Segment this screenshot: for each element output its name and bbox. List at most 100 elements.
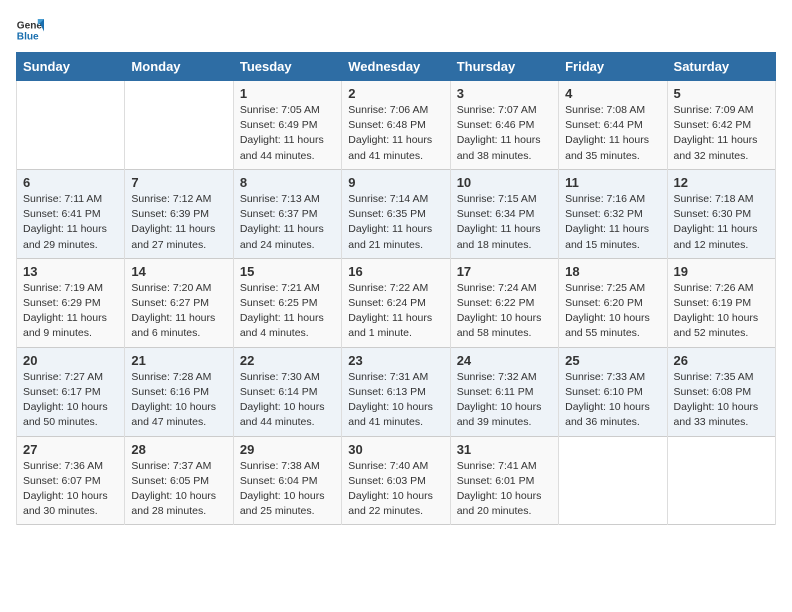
day-number: 24: [457, 353, 552, 368]
calendar-cell: 22 Sunrise: 7:30 AM Sunset: 6:14 PM Dayli…: [233, 347, 341, 436]
logo: General Blue: [16, 16, 44, 44]
calendar-cell: 25 Sunrise: 7:33 AM Sunset: 6:10 PM Dayli…: [559, 347, 667, 436]
weekday-header-tuesday: Tuesday: [233, 53, 341, 81]
calendar-cell: [667, 436, 775, 525]
day-info: Sunrise: 7:31 AM Sunset: 6:13 PM Dayligh…: [348, 370, 443, 431]
calendar-cell: 4 Sunrise: 7:08 AM Sunset: 6:44 PM Daylig…: [559, 81, 667, 170]
calendar-cell: 15 Sunrise: 7:21 AM Sunset: 6:25 PM Dayli…: [233, 258, 341, 347]
day-number: 22: [240, 353, 335, 368]
day-info: Sunrise: 7:22 AM Sunset: 6:24 PM Dayligh…: [348, 281, 443, 342]
calendar-cell: 17Sunrise: 7:24 AM Sunset: 6:22 PM Dayli…: [450, 258, 558, 347]
header: General Blue: [16, 16, 776, 44]
calendar-container: General Blue SundayMondayTuesdayWednesda…: [0, 0, 792, 535]
day-info: Sunrise: 7:15 AM Sunset: 6:34 PM Dayligh…: [457, 192, 552, 253]
day-info: Sunrise: 7:24 AM Sunset: 6:22 PM Dayligh…: [457, 281, 552, 342]
day-info: Sunrise: 7:41 AM Sunset: 6:01 PM Dayligh…: [457, 459, 552, 520]
logo-icon: General Blue: [16, 16, 44, 44]
day-info: Sunrise: 7:26 AM Sunset: 6:19 PM Dayligh…: [674, 281, 769, 342]
day-info: Sunrise: 7:38 AM Sunset: 6:04 PM Dayligh…: [240, 459, 335, 520]
day-number: 29: [240, 442, 335, 457]
day-info: Sunrise: 7:16 AM Sunset: 6:32 PM Dayligh…: [565, 192, 660, 253]
calendar-cell: 30Sunrise: 7:40 AM Sunset: 6:03 PM Dayli…: [342, 436, 450, 525]
calendar-cell: [559, 436, 667, 525]
day-number: 5: [674, 86, 769, 101]
day-info: Sunrise: 7:30 AM Sunset: 6:14 PM Dayligh…: [240, 370, 335, 431]
day-number: 4: [565, 86, 660, 101]
week-row-3: 13Sunrise: 7:19 AM Sunset: 6:29 PM Dayli…: [17, 258, 776, 347]
day-number: 30: [348, 442, 443, 457]
calendar-cell: 28Sunrise: 7:37 AM Sunset: 6:05 PM Dayli…: [125, 436, 233, 525]
day-number: 20: [23, 353, 118, 368]
calendar-cell: 18 Sunrise: 7:25 AM Sunset: 6:20 PM Dayli…: [559, 258, 667, 347]
calendar-cell: 12Sunrise: 7:18 AM Sunset: 6:30 PM Dayli…: [667, 169, 775, 258]
calendar-cell: 2 Sunrise: 7:06 AM Sunset: 6:48 PM Daylig…: [342, 81, 450, 170]
calendar-cell: 20 Sunrise: 7:27 AM Sunset: 6:17 PM Dayli…: [17, 347, 125, 436]
day-info: Sunrise: 7:18 AM Sunset: 6:30 PM Dayligh…: [674, 192, 769, 253]
calendar-cell: 10 Sunrise: 7:15 AM Sunset: 6:34 PM Dayli…: [450, 169, 558, 258]
day-number: 2: [348, 86, 443, 101]
day-number: 19: [674, 264, 769, 279]
day-info: Sunrise: 7:14 AM Sunset: 6:35 PM Dayligh…: [348, 192, 443, 253]
week-row-4: 20 Sunrise: 7:27 AM Sunset: 6:17 PM Dayli…: [17, 347, 776, 436]
day-info: Sunrise: 7:11 AM Sunset: 6:41 PM Dayligh…: [23, 192, 118, 253]
day-number: 15: [240, 264, 335, 279]
day-number: 6: [23, 175, 118, 190]
day-info: Sunrise: 7:36 AM Sunset: 6:07 PM Dayligh…: [23, 459, 118, 520]
weekday-header-saturday: Saturday: [667, 53, 775, 81]
day-number: 23: [348, 353, 443, 368]
calendar-cell: 6 Sunrise: 7:11 AM Sunset: 6:41 PM Daylig…: [17, 169, 125, 258]
day-info: Sunrise: 7:20 AM Sunset: 6:27 PM Dayligh…: [131, 281, 226, 342]
day-info: Sunrise: 7:25 AM Sunset: 6:20 PM Dayligh…: [565, 281, 660, 342]
calendar-cell: 16 Sunrise: 7:22 AM Sunset: 6:24 PM Dayli…: [342, 258, 450, 347]
calendar-table: SundayMondayTuesdayWednesdayThursdayFrid…: [16, 52, 776, 525]
day-info: Sunrise: 7:12 AM Sunset: 6:39 PM Dayligh…: [131, 192, 226, 253]
calendar-cell: [17, 81, 125, 170]
day-number: 16: [348, 264, 443, 279]
calendar-cell: 23 Sunrise: 7:31 AM Sunset: 6:13 PM Dayli…: [342, 347, 450, 436]
day-info: Sunrise: 7:08 AM Sunset: 6:44 PM Dayligh…: [565, 103, 660, 164]
calendar-cell: 8Sunrise: 7:13 AM Sunset: 6:37 PM Daylig…: [233, 169, 341, 258]
day-info: Sunrise: 7:05 AM Sunset: 6:49 PM Dayligh…: [240, 103, 335, 164]
week-row-5: 27Sunrise: 7:36 AM Sunset: 6:07 PM Dayli…: [17, 436, 776, 525]
week-row-1: 1Sunrise: 7:05 AM Sunset: 6:49 PM Daylig…: [17, 81, 776, 170]
day-info: Sunrise: 7:33 AM Sunset: 6:10 PM Dayligh…: [565, 370, 660, 431]
calendar-cell: 24 Sunrise: 7:32 AM Sunset: 6:11 PM Dayli…: [450, 347, 558, 436]
day-number: 25: [565, 353, 660, 368]
calendar-cell: 3 Sunrise: 7:07 AM Sunset: 6:46 PM Daylig…: [450, 81, 558, 170]
day-info: Sunrise: 7:27 AM Sunset: 6:17 PM Dayligh…: [23, 370, 118, 431]
day-number: 10: [457, 175, 552, 190]
day-number: 28: [131, 442, 226, 457]
day-info: Sunrise: 7:32 AM Sunset: 6:11 PM Dayligh…: [457, 370, 552, 431]
day-number: 26: [674, 353, 769, 368]
day-number: 11: [565, 175, 660, 190]
weekday-header-monday: Monday: [125, 53, 233, 81]
day-info: Sunrise: 7:13 AM Sunset: 6:37 PM Dayligh…: [240, 192, 335, 253]
day-number: 18: [565, 264, 660, 279]
calendar-cell: 7 Sunrise: 7:12 AM Sunset: 6:39 PM Daylig…: [125, 169, 233, 258]
calendar-cell: 9 Sunrise: 7:14 AM Sunset: 6:35 PM Daylig…: [342, 169, 450, 258]
calendar-cell: 26 Sunrise: 7:35 AM Sunset: 6:08 PM Dayli…: [667, 347, 775, 436]
day-number: 7: [131, 175, 226, 190]
calendar-cell: 13Sunrise: 7:19 AM Sunset: 6:29 PM Dayli…: [17, 258, 125, 347]
weekday-header-thursday: Thursday: [450, 53, 558, 81]
day-info: Sunrise: 7:07 AM Sunset: 6:46 PM Dayligh…: [457, 103, 552, 164]
day-info: Sunrise: 7:09 AM Sunset: 6:42 PM Dayligh…: [674, 103, 769, 164]
weekday-header-wednesday: Wednesday: [342, 53, 450, 81]
day-number: 9: [348, 175, 443, 190]
weekday-header-sunday: Sunday: [17, 53, 125, 81]
day-number: 14: [131, 264, 226, 279]
weekday-header-row: SundayMondayTuesdayWednesdayThursdayFrid…: [17, 53, 776, 81]
calendar-cell: [125, 81, 233, 170]
calendar-cell: 19 Sunrise: 7:26 AM Sunset: 6:19 PM Dayli…: [667, 258, 775, 347]
calendar-cell: 11 Sunrise: 7:16 AM Sunset: 6:32 PM Dayli…: [559, 169, 667, 258]
week-row-2: 6 Sunrise: 7:11 AM Sunset: 6:41 PM Daylig…: [17, 169, 776, 258]
day-info: Sunrise: 7:35 AM Sunset: 6:08 PM Dayligh…: [674, 370, 769, 431]
svg-text:Blue: Blue: [17, 31, 39, 42]
weekday-header-friday: Friday: [559, 53, 667, 81]
day-number: 3: [457, 86, 552, 101]
day-info: Sunrise: 7:06 AM Sunset: 6:48 PM Dayligh…: [348, 103, 443, 164]
day-number: 13: [23, 264, 118, 279]
day-info: Sunrise: 7:21 AM Sunset: 6:25 PM Dayligh…: [240, 281, 335, 342]
calendar-cell: 1Sunrise: 7:05 AM Sunset: 6:49 PM Daylig…: [233, 81, 341, 170]
calendar-cell: 29 Sunrise: 7:38 AM Sunset: 6:04 PM Dayli…: [233, 436, 341, 525]
